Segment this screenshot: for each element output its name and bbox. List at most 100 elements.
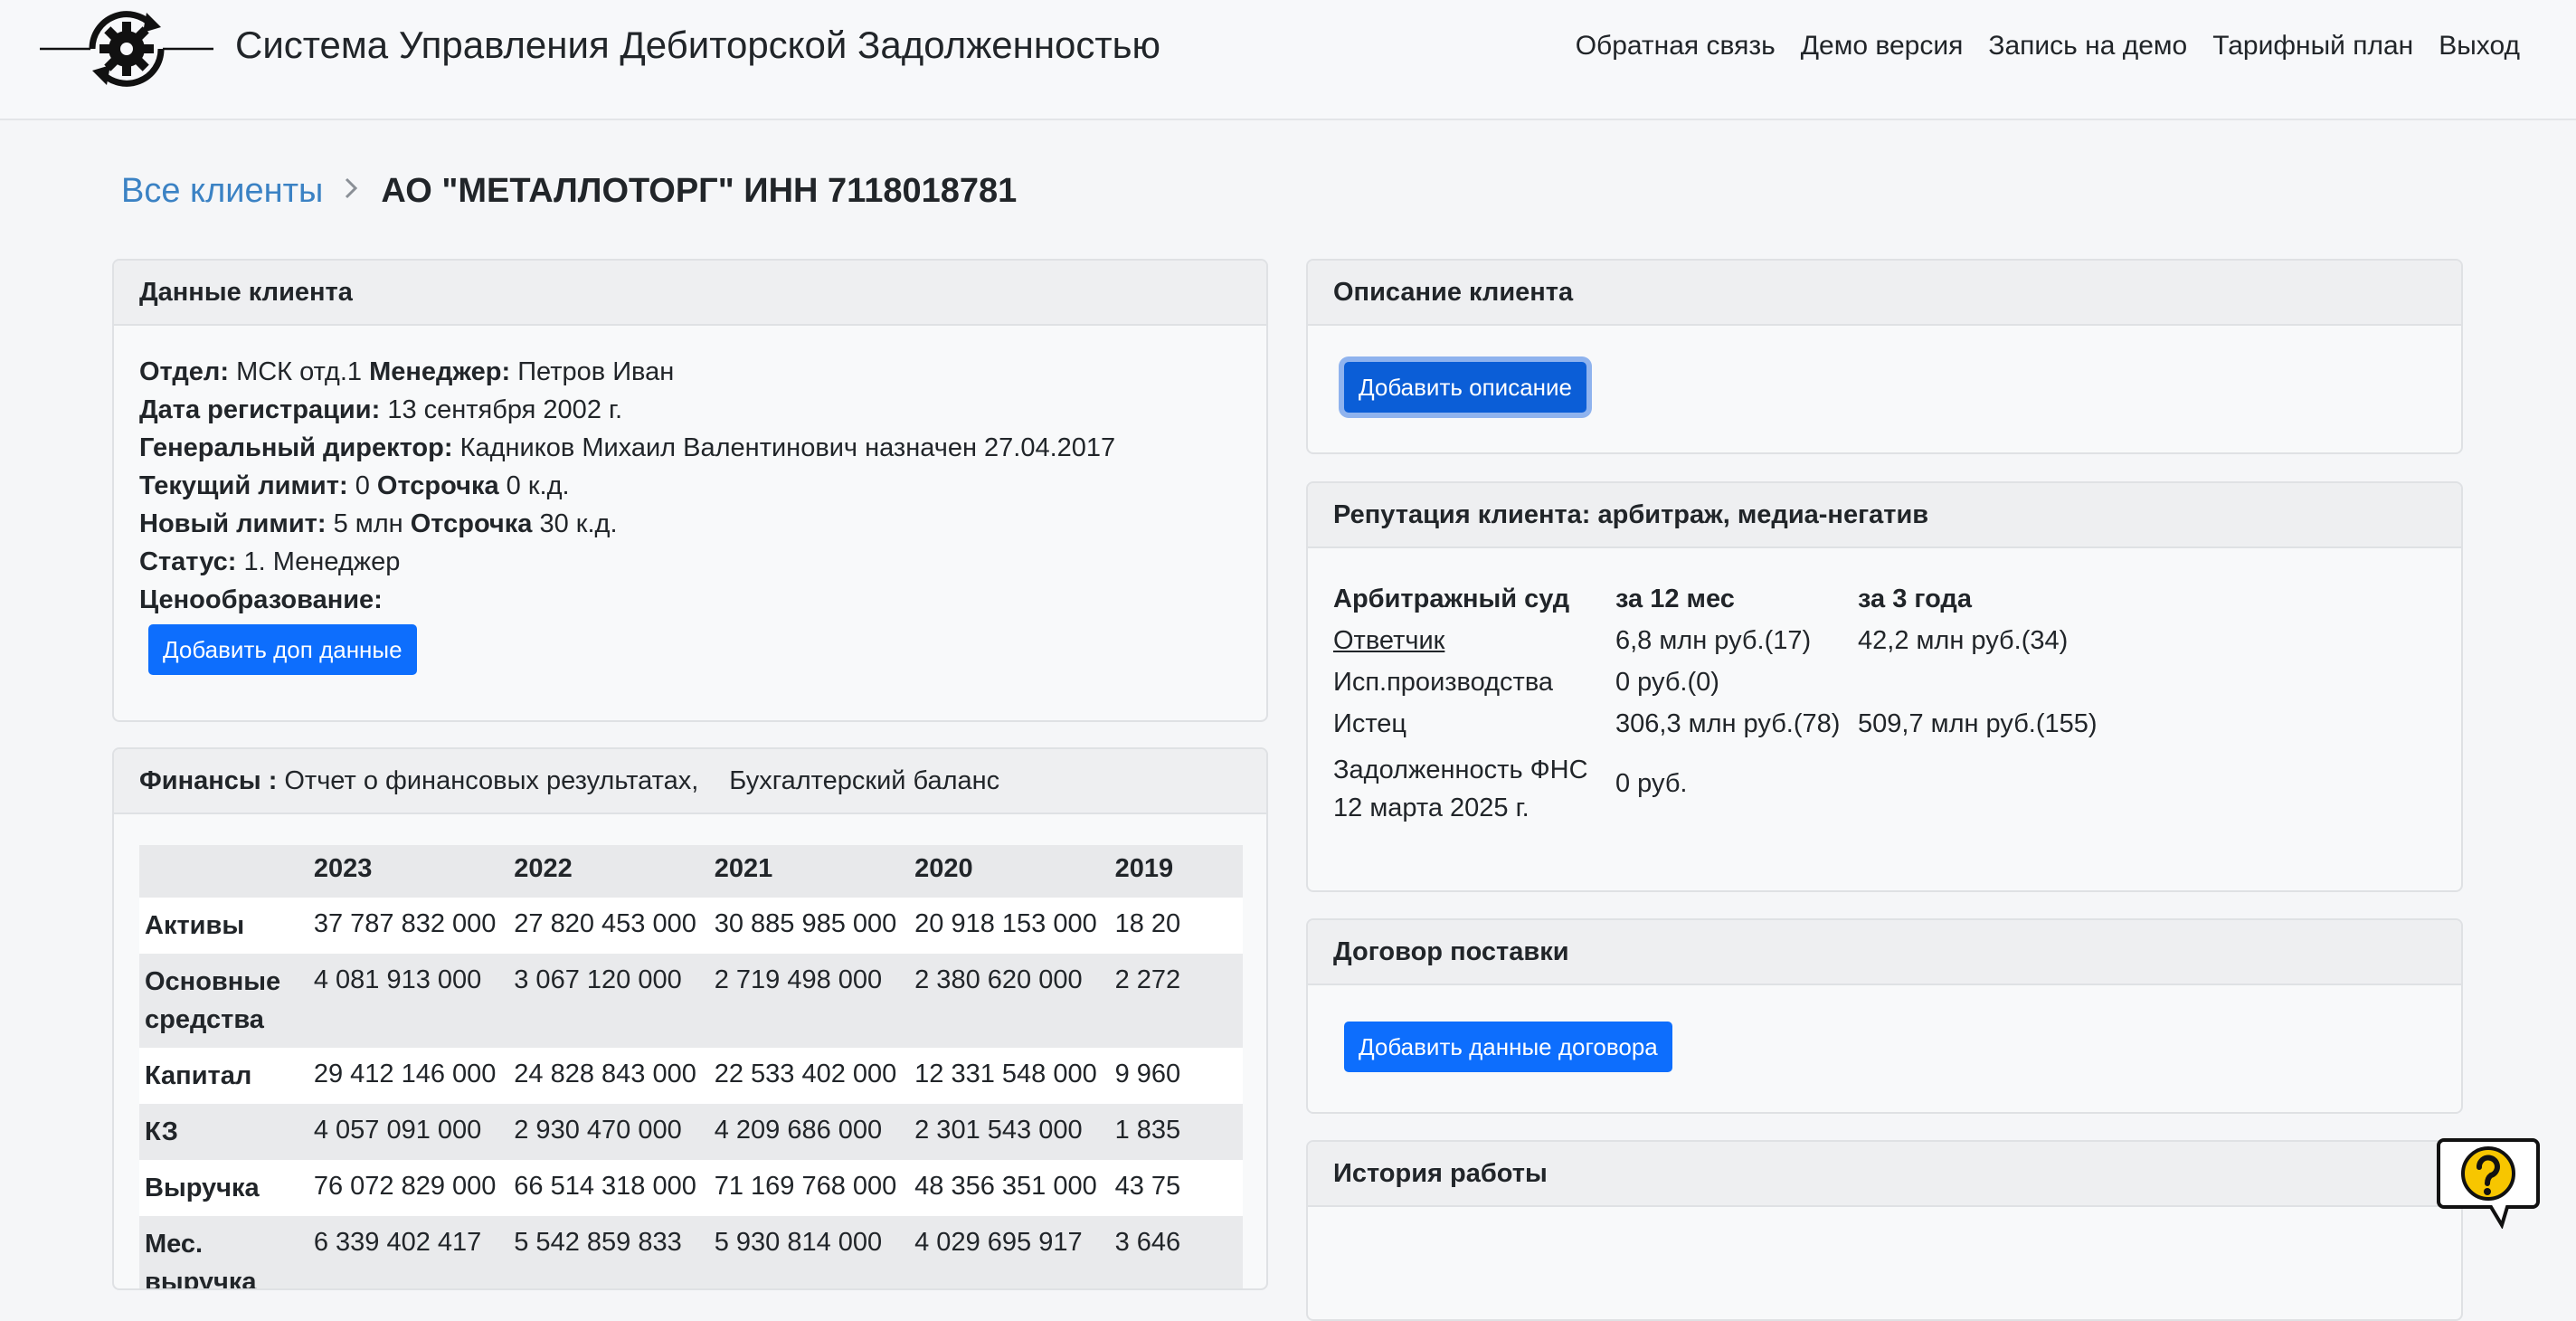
finance-table-header-row: 2023 2022 2021 2020 2019: [139, 845, 1243, 898]
cur-delay-label: Отсрочка: [376, 471, 499, 500]
fns-debt-value: 0 руб.: [1615, 769, 1688, 798]
breadcrumb-current: АО "МЕТАЛЛОТОРГ" ИНН 7118018781: [381, 172, 1018, 210]
finance-cell: 2 272: [1109, 954, 1243, 1048]
finance-row-label: Основные средства: [139, 954, 308, 1048]
defendant-link[interactable]: Ответчик: [1333, 626, 1444, 656]
year-header: 2021: [708, 845, 910, 898]
finance-cell: 76 072 829 000: [308, 1160, 509, 1216]
arbitration-col-header: Арбитражный суд: [1333, 584, 1570, 613]
description-title: Описание клиента: [1333, 277, 1574, 307]
finance-cell: 12 331 548 000: [909, 1048, 1110, 1104]
nav-demo-link[interactable]: Демо версия: [1801, 31, 1964, 62]
finance-row-label: КЗ: [139, 1104, 308, 1160]
finance-cell: 66 514 318 000: [508, 1160, 709, 1216]
fns-debt-date: 12 марта 2025 г.: [1333, 794, 1530, 822]
finance-cell: 3 067 120 000: [508, 954, 709, 1048]
contract-header: Договор поставки: [1308, 920, 2461, 985]
finance-title: Финансы :: [139, 765, 278, 795]
nav-logout-link[interactable]: Выход: [2439, 31, 2520, 62]
table-row: Капитал 29 412 146 000 24 828 843 000 22 53…: [139, 1048, 1243, 1104]
table-row: Выручка 76 072 829 000 66 514 318 000 71 16…: [139, 1160, 1243, 1216]
finance-cell: 48 356 351 000: [909, 1160, 1110, 1216]
fns-debt-label: Задолженность ФНС 12 марта 2025 г.: [1333, 751, 1588, 827]
app-title: Система Управления Дебиторской Задолженн…: [235, 24, 1161, 66]
defendant-12m: 6,8 млн руб.(17): [1615, 626, 1812, 655]
table-row: Основные средства 4 081 913 000 3 067 120 …: [139, 954, 1243, 1048]
finance-cell: 5 930 814 000: [708, 1216, 910, 1288]
finance-cell: 30 885 985 000: [708, 898, 910, 954]
finance-cell: 37 787 832 000: [308, 898, 509, 954]
add-extra-data-button[interactable]: Добавить доп данные: [148, 624, 417, 675]
help-question-bubble-icon[interactable]: [2435, 1135, 2542, 1229]
finance-cell: 22 533 402 000: [708, 1048, 910, 1104]
year-header: 2019: [1109, 845, 1243, 898]
client-data-title: Данные клиента: [139, 277, 353, 307]
breadcrumb: Все клиенты АО "МЕТАЛЛОТОРГ" ИНН 7118018…: [121, 172, 1017, 211]
reputation-title: Репутация клиента: арбитраж, медиа-негат…: [1333, 499, 1929, 529]
new-delay-label: Отсрочка: [410, 509, 533, 538]
year-header: 2023: [308, 845, 509, 898]
year-header: 2020: [909, 845, 1110, 898]
client-data-header: Данные клиента: [114, 261, 1266, 326]
pricing-label: Ценообразование:: [139, 585, 383, 614]
nav-links: Обратная связь Демо версия Запись на дем…: [1576, 31, 2520, 62]
finance-row-label: Капитал: [139, 1048, 308, 1104]
reputation-card: Репутация клиента: арбитраж, медиа-негат…: [1306, 481, 2463, 892]
finance-cell: 29 412 146 000: [308, 1048, 509, 1104]
balance-sheet-link[interactable]: Бухгалтерский баланс: [729, 766, 999, 796]
finance-card: Финансы : Отчет о финансовых результатах…: [112, 747, 1268, 1290]
finance-cell: 5 542 859 833: [508, 1216, 709, 1288]
cur-limit-label: Текущий лимит:: [139, 471, 348, 500]
finance-cell: 3 646: [1109, 1216, 1243, 1288]
finance-cell: 24 828 843 000: [508, 1048, 709, 1104]
finance-table: 2023 2022 2021 2020 2019 Активы 37 787 83…: [139, 845, 1243, 1288]
add-description-button[interactable]: Добавить описание: [1344, 362, 1586, 413]
status-line: Статус: 1. Менеджер: [139, 543, 1241, 581]
new-delay-value: 30 к.д.: [539, 509, 618, 538]
plaintiff-label: Истец: [1333, 709, 1407, 738]
reg-label: Дата регистрации:: [139, 395, 381, 424]
finance-table-scroll[interactable]: 2023 2022 2021 2020 2019 Активы 37 787 83…: [139, 845, 1243, 1288]
navbar: Система Управления Дебиторской Задолженн…: [0, 0, 2576, 120]
finance-cell: 71 169 768 000: [708, 1160, 910, 1216]
cur-delay-value: 0 к.д.: [506, 471, 570, 500]
contract-title: Договор поставки: [1333, 936, 1569, 966]
finance-cell: 4 209 686 000: [708, 1104, 910, 1160]
table-row: КЗ 4 057 091 000 2 930 470 000 4 209 686 00…: [139, 1104, 1243, 1160]
ceo-value: Кадников Михаил Валентинович назначен 27…: [459, 433, 1116, 462]
3-year-col-header: за 3 года: [1858, 584, 1972, 613]
add-contract-data-button[interactable]: Добавить данные договора: [1344, 1022, 1672, 1072]
enforcement-label: Исп.производства: [1333, 668, 1554, 697]
contract-card: Договор поставки Добавить данные договор…: [1306, 918, 2463, 1114]
finance-cell: 9 960: [1109, 1048, 1243, 1104]
nav-demo-signup-link[interactable]: Запись на демо: [1988, 31, 2187, 62]
finance-cell: 2 301 543 000: [909, 1104, 1110, 1160]
defendant-3y: 42,2 млн руб.(34): [1858, 626, 2069, 655]
finance-cell: 2 719 498 000: [708, 954, 910, 1048]
nav-feedback-link[interactable]: Обратная связь: [1576, 31, 1776, 62]
client-data-body: Отдел: МСК отд.1 Менеджер: Петров Иван Д…: [114, 326, 1266, 675]
finance-row-label: Активы: [139, 898, 308, 954]
dept-label: Отдел:: [139, 357, 229, 386]
new-limit-line: Новый лимит: 5 млн Отсрочка 30 к.д.: [139, 505, 1241, 543]
current-limit-line: Текущий лимит: 0 Отсрочка 0 к.д.: [139, 467, 1241, 505]
gear-sync-logo-icon[interactable]: [36, 0, 217, 98]
history-card: История работы: [1306, 1140, 2463, 1321]
status-label: Статус:: [139, 547, 237, 576]
financial-results-link[interactable]: Отчет о финансовых результатах,: [284, 766, 698, 796]
finance-cell: 20 918 153 000: [909, 898, 1110, 954]
table-row: Мес. выручка 6 339 402 417 5 542 859 833 5 …: [139, 1216, 1243, 1288]
pricing-line: Ценообразование:: [139, 581, 1241, 619]
fns-debt-label-line1: Задолженность ФНС: [1333, 756, 1588, 784]
12-month-col-header: за 12 мес: [1615, 584, 1735, 613]
registration-line: Дата регистрации: 13 сентября 2002 г.: [139, 391, 1241, 429]
ceo-label: Генеральный директор:: [139, 433, 453, 462]
status-value: 1. Менеджер: [243, 547, 401, 576]
breadcrumb-all-clients-link[interactable]: Все клиенты: [121, 172, 323, 211]
cur-limit-value: 0: [355, 471, 370, 500]
nav-pricing-link[interactable]: Тарифный план: [2212, 31, 2413, 62]
description-card: Описание клиента Добавить описание: [1306, 259, 2463, 454]
enforcement-12m: 0 руб.(0): [1615, 668, 1719, 697]
table-row: Активы 37 787 832 000 27 820 453 000 30 885…: [139, 898, 1243, 954]
new-limit-label: Новый лимит:: [139, 509, 327, 538]
